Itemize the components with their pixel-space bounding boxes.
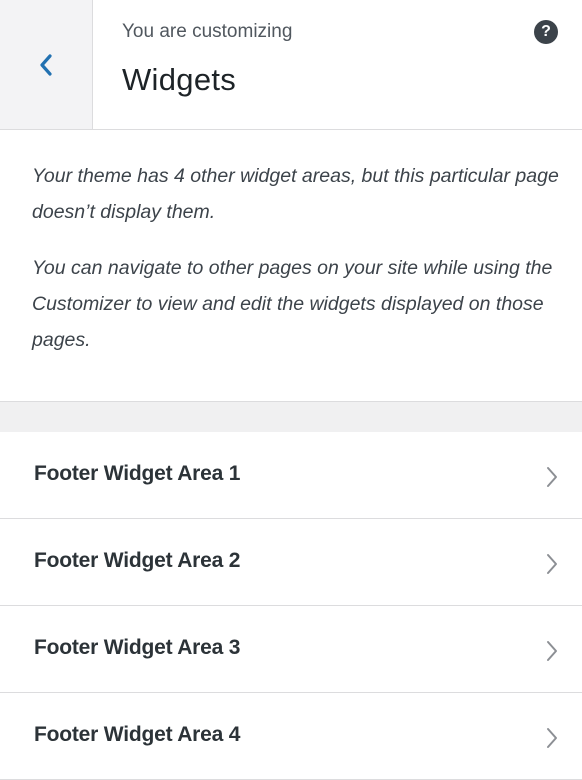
- widget-area-item-4[interactable]: Footer Widget Area 4: [0, 693, 582, 780]
- header-subtitle: You are customizing: [122, 21, 293, 42]
- panel-description: Your theme has 4 other widget areas, but…: [0, 130, 582, 402]
- help-icon: ?: [541, 23, 551, 40]
- chevron-right-icon: [547, 641, 557, 661]
- chevron-right-icon: [547, 728, 557, 748]
- section-gap: [0, 402, 582, 432]
- chevron-right-icon: [547, 467, 557, 487]
- header-text: You are customizing Widgets: [122, 20, 292, 100]
- help-button[interactable]: ?: [534, 20, 558, 44]
- back-button[interactable]: [0, 0, 93, 129]
- widget-area-label: Footer Widget Area 2: [34, 549, 241, 572]
- widget-area-list: Footer Widget Area 1 Footer Widget Area …: [0, 432, 582, 780]
- chevron-right-icon: [547, 554, 557, 574]
- customizer-panel: You are customizing Widgets ? Your theme…: [0, 0, 582, 780]
- widget-area-label: Footer Widget Area 1: [34, 462, 241, 485]
- page-title: Widgets: [122, 62, 237, 97]
- description-paragraph: Your theme has 4 other widget areas, but…: [32, 165, 559, 223]
- description-paragraph: You can navigate to other pages on your …: [32, 257, 553, 351]
- widget-area-item-1[interactable]: Footer Widget Area 1: [0, 432, 582, 519]
- panel-header: You are customizing Widgets ?: [0, 0, 582, 130]
- widget-area-item-2[interactable]: Footer Widget Area 2: [0, 519, 582, 606]
- chevron-left-icon: [40, 53, 52, 76]
- widget-area-label: Footer Widget Area 3: [34, 636, 241, 659]
- widget-area-label: Footer Widget Area 4: [34, 723, 241, 746]
- widget-area-item-3[interactable]: Footer Widget Area 3: [0, 606, 582, 693]
